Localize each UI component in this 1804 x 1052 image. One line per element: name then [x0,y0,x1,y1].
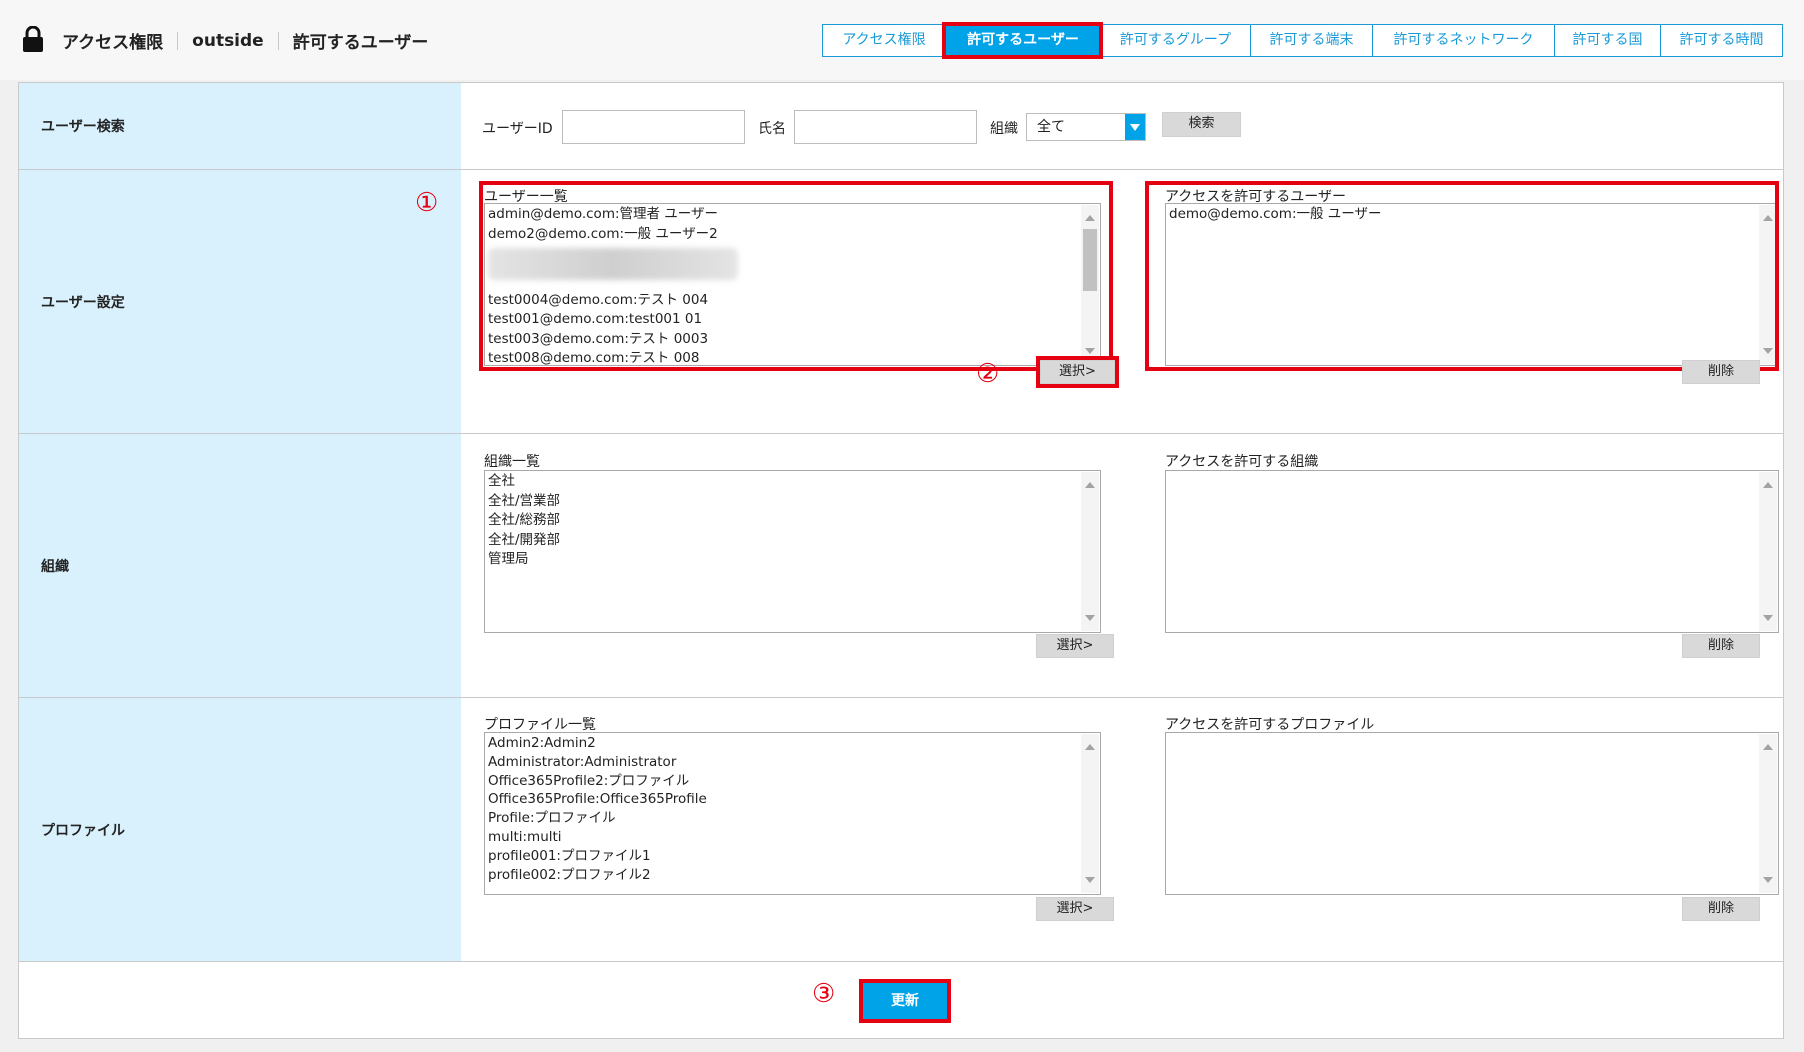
scroll-up-icon[interactable] [1085,482,1095,488]
scroll-thumb[interactable] [1083,229,1097,291]
row-label: 組織 [41,558,69,575]
scrollbar[interactable] [1759,205,1777,364]
scroll-down-icon[interactable] [1763,615,1773,621]
tab-allowed-groups[interactable]: 許可するグループ [1100,25,1250,56]
list-item[interactable]: Profile:プロファイル [488,809,1078,828]
user-list[interactable]: admin@demo.com:管理者 ユーザー demo2@demo.com:一… [484,203,1101,366]
name-input[interactable] [794,110,977,144]
list-item-redacted[interactable] [488,244,1078,291]
list-item[interactable]: test001@demo.com:test001 01 [488,310,1078,330]
organizations-row: 組織 組織一覧 全社 全社/営業部 全社/総務部 全社/開発部 管理局 アクセス… [19,434,1783,698]
page: アクセス権限 outside 許可するユーザー アクセス権限 許可するユーザー … [0,0,1804,1052]
list-item[interactable]: 全社/総務部 [488,511,1078,531]
scroll-up-icon[interactable] [1085,215,1095,221]
scrollbar[interactable] [1081,205,1099,364]
org-select[interactable]: 全て [1026,113,1146,141]
user-search-row: ユーザー検索 ユーザーID 氏名 組織 全て 検索 [19,83,1783,170]
list-item[interactable]: test003@demo.com:テスト 0003 [488,330,1078,350]
scroll-down-icon[interactable] [1085,877,1095,883]
profile-list-title: プロファイル一覧 [484,717,596,733]
user-id-label: ユーザーID [482,121,553,137]
list-item[interactable]: multi:multi [488,828,1078,847]
tab-allowed-times[interactable]: 許可する時間 [1660,25,1782,56]
list-item[interactable]: 全社/開発部 [488,531,1078,551]
row-label-cell: プロファイル [19,698,461,961]
list-item[interactable]: profile001:プロファイル1 [488,847,1078,866]
scroll-down-icon[interactable] [1763,348,1773,354]
delete-org-button[interactable]: 削除 [1682,634,1760,658]
list-item[interactable]: 管理局 [488,550,1078,570]
scroll-up-icon[interactable] [1085,744,1095,750]
row-label: ユーザー検索 [41,119,125,135]
user-id-input[interactable] [562,110,745,144]
allowed-profiles-list[interactable] [1165,732,1779,895]
scroll-up-icon[interactable] [1763,215,1773,221]
org-label: 組織 [990,121,1018,137]
update-button[interactable]: 更新 [859,979,951,1023]
annotation-marker-3: ③ [812,979,836,1009]
chevron-down-icon[interactable] [1125,114,1145,140]
scrollbar[interactable] [1081,472,1099,631]
profiles-row: プロファイル プロファイル一覧 Admin2:Admin2 Administra… [19,698,1783,962]
row-label-cell: 組織 [19,434,461,697]
org-list-title: 組織一覧 [484,454,540,470]
list-item[interactable]: demo@demo.com:一般 ユーザー [1169,205,1756,225]
scroll-down-icon[interactable] [1085,348,1095,354]
scrollbar[interactable] [1759,734,1777,893]
annotation-marker-1: ① [415,188,439,218]
scroll-down-icon[interactable] [1085,615,1095,621]
select-org-button[interactable]: 選択> [1036,634,1114,658]
delete-user-button[interactable]: 削除 [1682,360,1760,384]
allowed-users-list[interactable]: demo@demo.com:一般 ユーザー [1165,203,1779,366]
scroll-up-icon[interactable] [1763,482,1773,488]
list-item[interactable]: profile002:プロファイル2 [488,866,1078,885]
list-item[interactable]: admin@demo.com:管理者 ユーザー [488,205,1078,225]
list-item[interactable]: Admin2:Admin2 [488,734,1078,753]
breadcrumb-divider [277,31,279,50]
list-item[interactable]: test0004@demo.com:テスト 004 [488,291,1078,311]
redacted-entry [488,248,738,280]
row-label-cell: ユーザー検索 [19,83,461,169]
tab-access-rights[interactable]: アクセス権限 [823,25,945,56]
list-item[interactable]: Administrator:Administrator [488,753,1078,772]
allowed-orgs-title: アクセスを許可する組織 [1165,454,1319,470]
list-item[interactable]: Office365Profile:Office365Profile [488,790,1078,809]
org-list[interactable]: 全社 全社/営業部 全社/総務部 全社/開発部 管理局 [484,470,1101,633]
scroll-up-icon[interactable] [1763,744,1773,750]
select-user-button[interactable]: 選択> [1036,356,1119,388]
tab-allowed-networks[interactable]: 許可するネットワーク [1372,25,1554,56]
scrollbar[interactable] [1759,472,1777,631]
tab-allowed-users[interactable]: 許可するユーザー [942,22,1103,59]
row-label-cell: ユーザー設定 [19,170,461,433]
tab-allowed-countries[interactable]: 許可する国 [1554,25,1660,56]
scrollbar[interactable] [1081,734,1099,893]
breadcrumb: アクセス権限 outside 許可するユーザー [62,28,429,54]
annotation-marker-2: ② [976,359,1000,389]
delete-profile-button[interactable]: 削除 [1682,897,1760,921]
tab-bar: アクセス権限 許可するユーザー 許可するグループ 許可する端末 許可するネットワ… [822,22,1783,59]
list-item[interactable]: 全社 [488,472,1078,492]
breadcrumb-divider [177,31,179,50]
breadcrumb-item: アクセス権限 [62,33,164,53]
top-bar: アクセス権限 outside 許可するユーザー アクセス権限 許可するユーザー … [0,0,1804,80]
list-item[interactable]: 全社/営業部 [488,492,1078,512]
profile-list[interactable]: Admin2:Admin2 Administrator:Administrato… [484,732,1101,895]
row-label: ユーザー設定 [41,294,125,311]
name-label: 氏名 [758,121,786,137]
org-select-value: 全て [1037,119,1065,135]
lock-icon [23,26,43,52]
scroll-down-icon[interactable] [1763,877,1773,883]
breadcrumb-item: 許可するユーザー [292,33,429,53]
user-settings-row: ユーザー設定 ユーザー一覧 admin@demo.com:管理者 ユーザー de… [19,170,1783,434]
allowed-profiles-title: アクセスを許可するプロファイル [1165,717,1375,733]
select-profile-button[interactable]: 選択> [1036,897,1114,921]
allowed-orgs-list[interactable] [1165,470,1779,633]
list-item[interactable]: Office365Profile2:プロファイル [488,772,1078,791]
row-label: プロファイル [41,822,125,839]
list-item[interactable]: demo2@demo.com:一般 ユーザー2 [488,225,1078,245]
search-button[interactable]: 検索 [1162,112,1241,137]
access-settings-panel: ユーザー検索 ユーザーID 氏名 組織 全て 検索 ユーザー設定 ユーザー一覧 … [18,82,1784,1039]
tab-allowed-devices[interactable]: 許可する端末 [1250,25,1372,56]
breadcrumb-item: outside [192,30,264,51]
